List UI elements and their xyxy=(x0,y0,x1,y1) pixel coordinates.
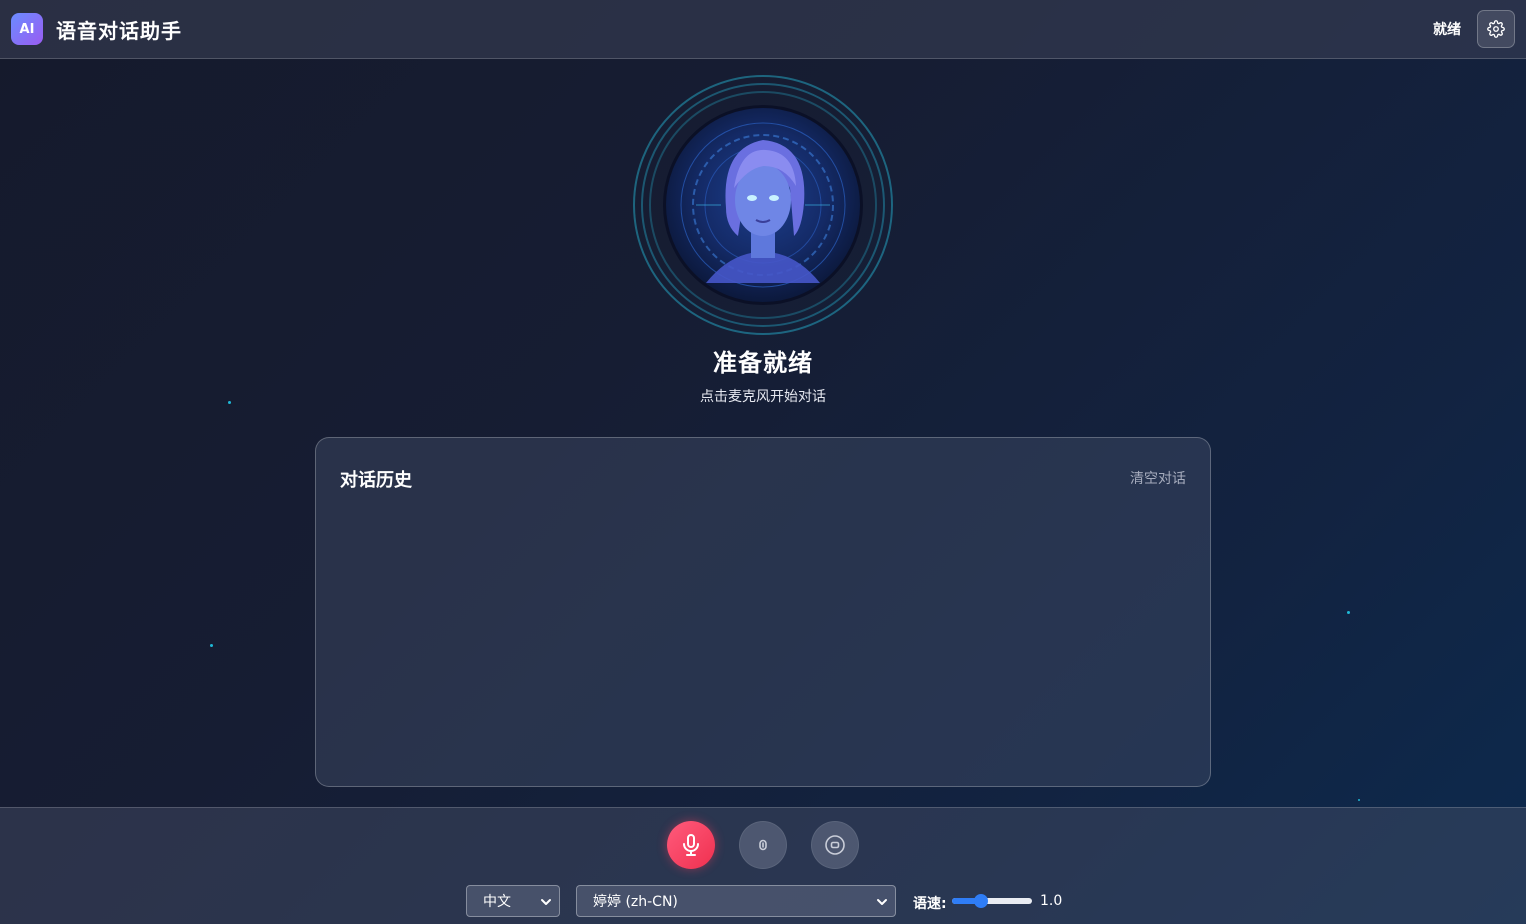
chevron-down-icon xyxy=(877,899,887,905)
settings-button[interactable] xyxy=(1477,10,1515,48)
language-selected: 中文 xyxy=(483,894,511,910)
stop-icon xyxy=(825,835,845,855)
history-title: 对话历史 xyxy=(340,470,412,491)
speed-label: 语速: xyxy=(913,896,947,912)
state-title: 准备就绪 xyxy=(713,349,813,377)
control-bar: 中文 婷婷 (zh-CN) 语速: 1.0 xyxy=(0,807,1526,924)
microphone-icon xyxy=(683,834,699,856)
voice-selected: 婷婷 (zh-CN) xyxy=(593,894,678,910)
chevron-down-icon xyxy=(541,899,551,905)
gear-icon xyxy=(1487,20,1505,38)
app-header: AI 语音对话助手 就绪 xyxy=(0,0,1526,59)
avatar-container xyxy=(633,75,893,335)
voice-select[interactable]: 婷婷 (zh-CN) xyxy=(576,885,896,917)
microphone-button[interactable] xyxy=(667,821,715,869)
background-particle xyxy=(1347,611,1350,614)
pause-button[interactable] xyxy=(739,821,787,869)
connection-status: 就绪 xyxy=(1433,22,1461,38)
speed-slider[interactable] xyxy=(952,894,1032,908)
state-subtitle: 点击麦克风开始对话 xyxy=(700,389,826,405)
header-actions: 就绪 xyxy=(1433,10,1515,48)
conversation-history-panel: 对话历史 清空对话 xyxy=(315,437,1211,787)
app-logo: AI xyxy=(11,13,43,45)
pause-icon xyxy=(759,839,767,851)
language-select[interactable]: 中文 xyxy=(466,885,560,917)
app-title: 语音对话助手 xyxy=(56,18,182,43)
background-particle xyxy=(210,644,213,647)
speed-value: 1.0 xyxy=(1040,893,1063,909)
ai-avatar-face-icon xyxy=(663,105,863,305)
background-particle xyxy=(1358,799,1360,801)
slider-thumb[interactable] xyxy=(974,894,988,908)
message-list xyxy=(340,508,1186,766)
stop-button[interactable] xyxy=(811,821,859,869)
clear-conversation-button[interactable]: 清空对话 xyxy=(1130,468,1186,488)
